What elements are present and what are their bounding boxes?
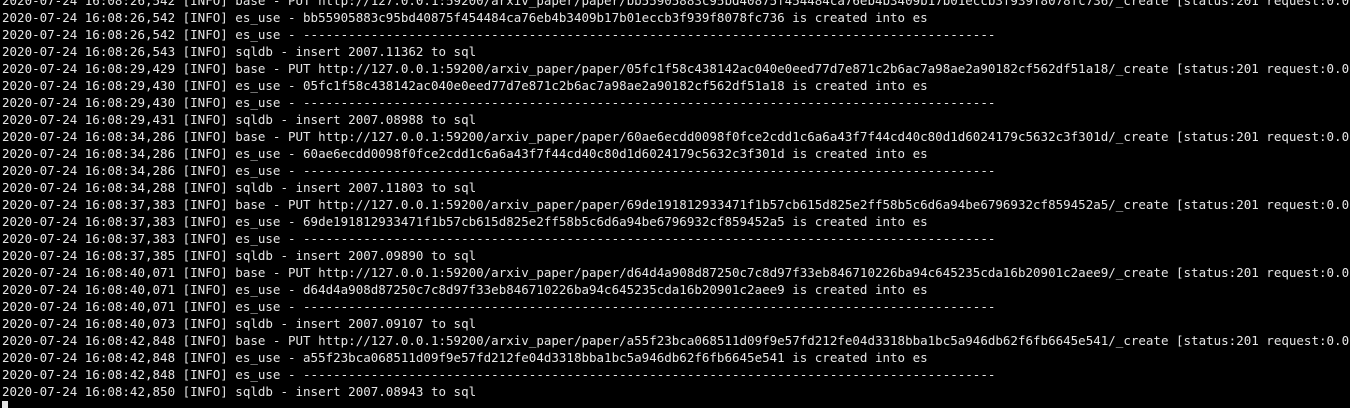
log-line: 2020-07-24 16:08:40,071 [INFO] base - PU… bbox=[2, 265, 1350, 280]
log-line: 2020-07-24 16:08:26,543 [INFO] sqldb - i… bbox=[2, 44, 477, 59]
terminal-cursor bbox=[2, 401, 8, 408]
log-line: 2020-07-24 16:08:26,542 [INFO] es_use - … bbox=[2, 27, 996, 42]
log-line: 2020-07-24 16:08:29,430 [INFO] es_use - … bbox=[2, 95, 996, 110]
log-line: 2020-07-24 16:08:42,848 [INFO] es_use - … bbox=[2, 350, 928, 365]
log-line: 2020-07-24 16:08:29,431 [INFO] sqldb - i… bbox=[2, 112, 477, 127]
log-line: 2020-07-24 16:08:34,286 [INFO] es_use - … bbox=[2, 163, 996, 178]
terminal-window[interactable]: 2020-07-24 16:08:26,542 [INFO] base - PU… bbox=[0, 0, 1350, 408]
log-line: 2020-07-24 16:08:40,071 [INFO] es_use - … bbox=[2, 282, 928, 297]
log-line: 2020-07-24 16:08:37,383 [INFO] es_use - … bbox=[2, 231, 996, 246]
log-line: 2020-07-24 16:08:34,288 [INFO] sqldb - i… bbox=[2, 180, 477, 195]
log-line: 2020-07-24 16:08:34,286 [INFO] es_use - … bbox=[2, 146, 928, 161]
log-line: 2020-07-24 16:08:29,429 [INFO] base - PU… bbox=[2, 61, 1350, 76]
log-output: 2020-07-24 16:08:26,542 [INFO] base - PU… bbox=[2, 0, 1350, 400]
log-line: 2020-07-24 16:08:26,542 [INFO] es_use - … bbox=[2, 10, 928, 25]
log-line: 2020-07-24 16:08:34,286 [INFO] base - PU… bbox=[2, 129, 1350, 144]
log-line: 2020-07-24 16:08:37,385 [INFO] sqldb - i… bbox=[2, 248, 477, 263]
log-line: 2020-07-24 16:08:40,071 [INFO] es_use - … bbox=[2, 299, 996, 314]
log-line: 2020-07-24 16:08:37,383 [INFO] base - PU… bbox=[2, 197, 1350, 212]
log-line: 2020-07-24 16:08:37,383 [INFO] es_use - … bbox=[2, 214, 928, 229]
log-line: 2020-07-24 16:08:42,850 [INFO] sqldb - i… bbox=[2, 384, 477, 399]
log-line: 2020-07-24 16:08:40,073 [INFO] sqldb - i… bbox=[2, 316, 477, 331]
log-line: 2020-07-24 16:08:42,848 [INFO] es_use - … bbox=[2, 367, 996, 382]
log-line: 2020-07-24 16:08:29,430 [INFO] es_use - … bbox=[2, 78, 928, 93]
log-line: 2020-07-24 16:08:26,542 [INFO] base - PU… bbox=[2, 0, 1350, 8]
log-line: 2020-07-24 16:08:42,848 [INFO] base - PU… bbox=[2, 333, 1350, 348]
